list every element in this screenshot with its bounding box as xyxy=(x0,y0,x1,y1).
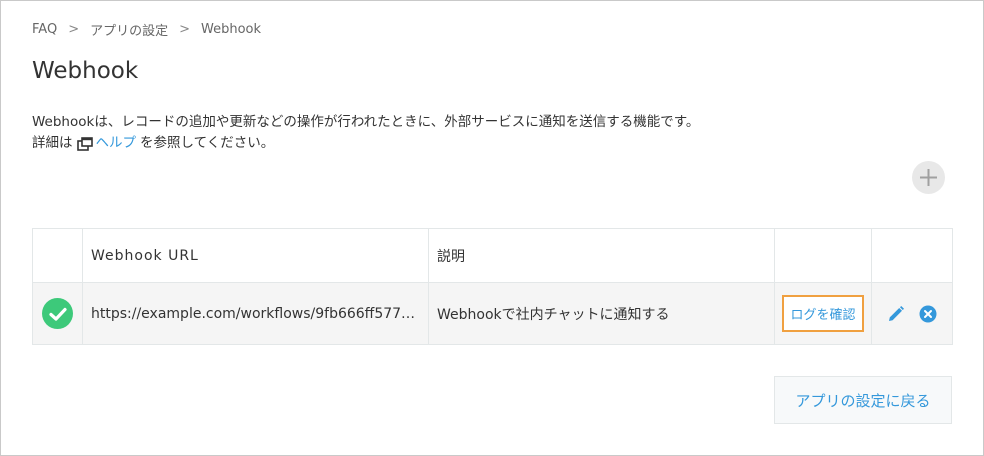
check-circle-icon xyxy=(42,298,73,329)
close-circle-icon[interactable] xyxy=(919,305,937,323)
table-header-row: Webhook URL 説明 xyxy=(32,228,953,283)
back-to-app-settings-button[interactable]: アプリの設定に戻る xyxy=(774,376,952,424)
breadcrumb-separator: > xyxy=(179,21,191,37)
webhook-url: https://example.com/workflows/9fb666ff57… xyxy=(91,305,420,322)
help-link[interactable]: ヘルプ xyxy=(96,133,137,154)
log-cell: ログを確認 xyxy=(774,282,872,345)
page-title: Webhook xyxy=(32,58,139,84)
column-header-status xyxy=(32,228,83,283)
webhook-table: Webhook URL 説明 https://example.com/workf… xyxy=(32,228,953,345)
page-description: Webhookは、レコードの追加や更新などの操作が行われたときに、外部サービスに… xyxy=(32,112,699,154)
breadcrumb-faq[interactable]: FAQ xyxy=(32,22,57,37)
new-window-icon xyxy=(76,136,93,151)
pencil-icon[interactable] xyxy=(887,305,905,323)
breadcrumb: FAQ > アプリの設定 > Webhook xyxy=(32,20,262,39)
column-header-actions xyxy=(871,228,953,283)
plus-icon xyxy=(920,169,937,186)
url-cell: https://example.com/workflows/9fb666ff57… xyxy=(82,282,429,345)
description-suffix: を参照してください。 xyxy=(140,135,275,151)
column-header-log xyxy=(774,228,872,283)
webhook-description: Webhookで社内チャットに通知する xyxy=(437,306,670,323)
description-cell: Webhookで社内チャットに通知する xyxy=(428,282,775,345)
description-prefix: 詳細は xyxy=(32,135,73,151)
breadcrumb-app-settings[interactable]: アプリの設定 xyxy=(90,20,168,39)
breadcrumb-current: Webhook xyxy=(201,21,262,37)
table-row: https://example.com/workflows/9fb666ff57… xyxy=(32,282,953,345)
description-line: Webhookは、レコードの追加や更新などの操作が行われたときに、外部サービスに… xyxy=(32,114,700,130)
status-cell xyxy=(32,282,83,345)
breadcrumb-separator: > xyxy=(68,21,80,37)
view-log-button[interactable]: ログを確認 xyxy=(782,295,864,332)
column-header-description: 説明 xyxy=(428,228,775,283)
actions-cell xyxy=(871,282,953,345)
column-header-url: Webhook URL xyxy=(82,228,429,283)
add-webhook-button[interactable] xyxy=(912,161,945,194)
